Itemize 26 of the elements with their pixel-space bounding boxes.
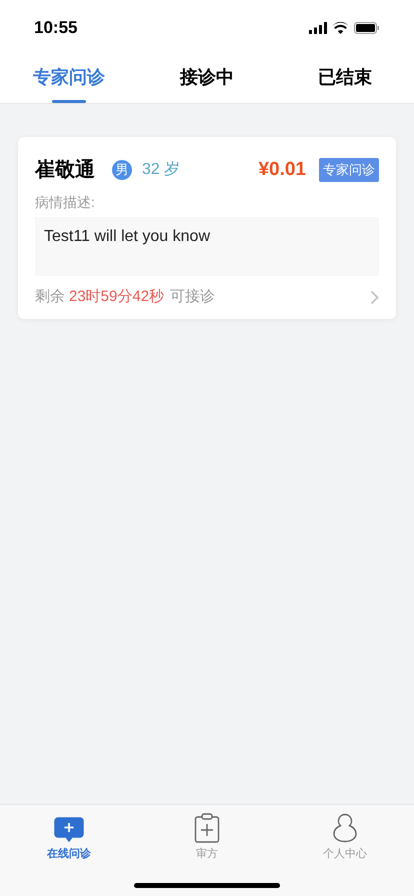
gender-badge: 男 — [112, 160, 132, 180]
nav-item[interactable]: 个人中心 — [276, 811, 414, 862]
nav-item[interactable]: 审方 — [138, 811, 276, 862]
tab[interactable]: 专家问诊 — [0, 52, 138, 103]
remaining-time: 23时59分42秒 — [69, 287, 164, 307]
nav-item[interactable]: 在线问诊 — [0, 811, 138, 862]
tab[interactable]: 接诊中 — [138, 52, 276, 103]
description-box: Test11 will let you know — [35, 217, 379, 276]
person-icon — [332, 813, 358, 843]
signal-icon — [309, 22, 327, 34]
price: ¥0.01 — [258, 158, 306, 182]
status-text: 可接诊 — [170, 287, 216, 307]
remaining-label: 剩余 — [35, 287, 65, 307]
patient-age: 32 岁 — [142, 160, 180, 180]
description-label: 病情描述: — [35, 193, 96, 212]
status-time: 10:55 — [34, 17, 78, 40]
consultation-card[interactable]: 崔敬通 男 32 岁 ¥0.01 专家问诊 病情描述: Test11 will let you know 剩余 23时59分42秒 可接诊 — [18, 137, 396, 318]
chevron-right-icon — [370, 290, 379, 305]
chat-plus-icon — [54, 817, 84, 843]
consultation-tag: 专家问诊 — [319, 158, 379, 182]
tab-underline — [52, 100, 86, 103]
clipboard-plus-icon — [194, 813, 220, 843]
tab[interactable]: 已结束 — [276, 52, 414, 103]
wifi-icon — [332, 22, 349, 34]
patient-name: 崔敬通 — [35, 158, 95, 183]
battery-icon — [354, 22, 380, 34]
